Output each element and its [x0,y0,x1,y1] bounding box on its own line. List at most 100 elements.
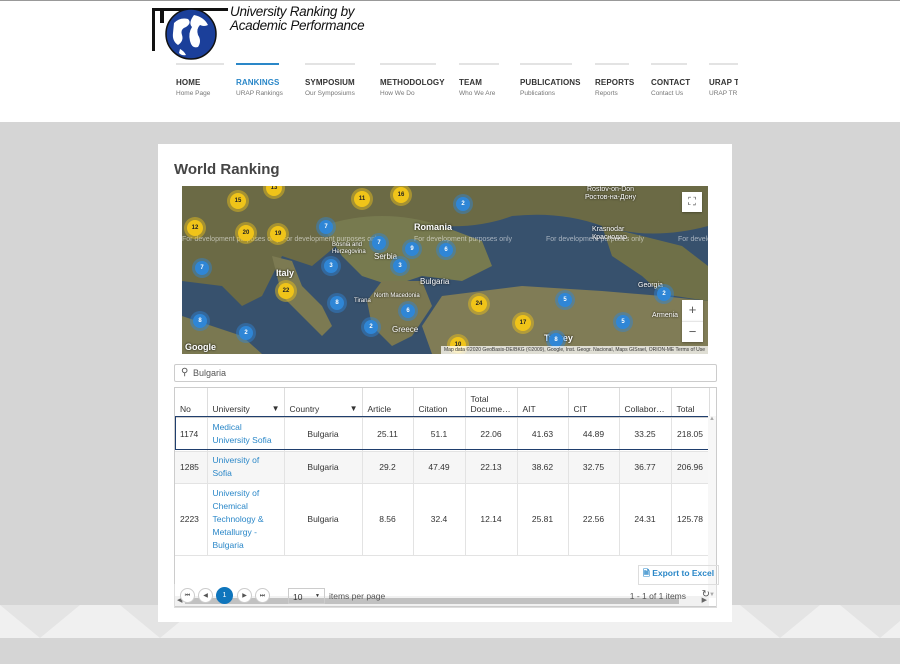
cell-ait: 25.81 [517,483,569,556]
map-cluster[interactable]: 3 [393,259,407,273]
cell-collaboration: 24.31 [619,483,672,556]
university-link[interactable]: Medical University Sofia [207,417,285,452]
nav-home[interactable]: HOME Home Page [176,63,224,103]
prev-page-button[interactable]: ◀ [198,588,213,603]
table-row[interactable]: 1285 University of Sofia Bulgaria 29.2 4… [175,451,710,484]
column-header-total[interactable]: Total [671,388,710,418]
dev-watermark: For development purposes only [678,236,708,243]
nav-methodology[interactable]: METHODOLOGY How We Do [380,63,445,103]
column-header-label: CIT [573,403,588,414]
column-header-citation[interactable]: Citation [413,388,466,418]
map-attribution[interactable]: Map data ©2020 GeoBasis-DE/BKG (©2009), … [441,346,708,354]
column-header-total-documents[interactable]: Total Docume… [465,388,518,418]
map-cluster[interactable]: 7 [372,236,386,250]
university-link[interactable]: University of Chemical Technology & Meta… [207,483,285,556]
map-cluster[interactable]: 7 [195,261,209,275]
map-cluster[interactable]: 17 [515,315,531,331]
cell-country: Bulgaria [284,483,363,556]
cell-total-documents: 22.06 [465,417,518,452]
search-input[interactable] [193,366,703,380]
column-header-country[interactable]: Country ▼ [284,388,363,418]
nav-title: URAP TR [709,78,738,87]
column-header-label: No [180,403,191,414]
cell-total: 218.05 [671,417,710,452]
map-cluster[interactable]: 22 [278,283,294,299]
column-header-label: AIT [522,403,536,414]
map-cluster[interactable]: 16 [393,187,409,203]
nav-team[interactable]: TEAM Who We Are [459,63,499,103]
first-page-button[interactable]: ⏮ [180,588,195,603]
map-cluster[interactable]: 2 [364,320,378,334]
map-cluster[interactable]: 6 [439,243,453,257]
nav-contact[interactable]: CONTACT Contact Us [651,63,690,103]
map-cluster[interactable]: 11 [354,191,370,207]
page-size-select[interactable]: 10 ▼ [288,588,325,604]
export-excel-button[interactable]: 🗎 Export to Excel [638,565,720,585]
map-cluster[interactable]: 7 [319,220,333,234]
nav-reports[interactable]: REPORTS Reports [595,63,634,103]
nav-publications[interactable]: PUBLICATIONS Publications [520,63,581,103]
cell-citation: 51.1 [413,417,466,452]
scroll-up-icon[interactable]: ▲ [709,416,715,422]
map-cluster[interactable]: 9 [405,242,419,256]
map-cluster[interactable]: 8 [330,296,344,310]
map-label-north-macedonia: North Macedonia [374,293,420,299]
nav-subtitle: Reports [595,90,618,97]
filter-icon[interactable]: ▼ [350,404,358,414]
column-header-collaboration[interactable]: Collabor… [619,388,672,418]
logo-text: University Ranking by Academic Performan… [230,5,365,33]
items-per-page-label: items per page [329,591,386,601]
cell-collaboration: 33.25 [619,417,672,452]
google-logo: Google [185,342,216,352]
map-cluster[interactable]: 8 [193,314,207,328]
column-header-cit[interactable]: CIT [568,388,620,418]
nav-title: METHODOLOGY [380,78,445,87]
zoom-in-button[interactable]: + [682,300,703,321]
current-page-button[interactable]: 1 [216,587,233,604]
map-cluster[interactable]: 6 [401,304,415,318]
map-cluster[interactable]: 15 [230,193,246,209]
column-header-label: Country [289,403,320,414]
page-title: World Ranking [174,161,280,178]
column-header-label: Collabor… [624,403,665,414]
cell-citation: 47.49 [413,451,466,484]
fullscreen-button[interactable]: ⛶ [682,192,702,212]
column-header-article[interactable]: Article [362,388,414,418]
map-cluster[interactable]: 5 [558,293,572,307]
nav-subtitle: Contact Us [651,90,684,97]
map-cluster[interactable]: 19 [270,226,286,242]
map-cluster[interactable]: 2 [239,326,253,340]
zoom-out-button[interactable]: − [682,321,703,342]
cell-article: 8.56 [362,483,414,556]
map-cluster[interactable]: 5 [616,315,630,329]
last-page-button[interactable]: ⏭ [255,588,270,603]
nav-symposium[interactable]: SYMPOSIUM Our Symposiums [305,63,355,103]
filter-icon[interactable]: ▼ [272,404,280,414]
map-cluster[interactable]: 8 [549,333,563,347]
map-cluster[interactable]: 3 [324,259,338,273]
next-page-button[interactable]: ▶ [237,588,252,603]
table-header-row: No University ▼ Country ▼ Article Citation… [175,388,710,418]
map-label-italy: Italy [276,268,295,278]
map-cluster[interactable]: 12 [187,220,203,236]
map-view[interactable]: Romania Italy Bulgaria Greece Turkey Ser… [182,186,708,354]
column-header-university[interactable]: University ▼ [207,388,285,418]
map-cluster[interactable]: 2 [456,197,470,211]
export-label: Export to Excel [652,568,715,578]
map-cluster[interactable]: 2 [657,287,671,301]
dev-watermark: For development purposes only [182,236,281,243]
map-cluster[interactable]: 20 [238,225,254,241]
nav-subtitle: Who We Are [459,90,496,97]
column-header-no[interactable]: No [175,388,208,418]
map-cluster[interactable]: 24 [471,296,487,312]
table-row[interactable]: 2223 University of Chemical Technology &… [175,483,710,556]
nav-rankings[interactable]: RANKINGS URAP Rankings [236,63,283,103]
column-header-ait[interactable]: AIT [517,388,569,418]
nav-urap-tr[interactable]: URAP TR URAP TR [709,63,738,103]
university-link[interactable]: University of Sofia [207,451,285,484]
nav-subtitle: URAP Rankings [236,90,283,97]
refresh-icon[interactable]: ↻ [702,589,710,600]
table-row[interactable]: 1174 Medical University Sofia Bulgaria 2… [175,417,710,452]
cell-cit: 32.75 [568,451,620,484]
cell-ait: 41.63 [517,417,569,452]
